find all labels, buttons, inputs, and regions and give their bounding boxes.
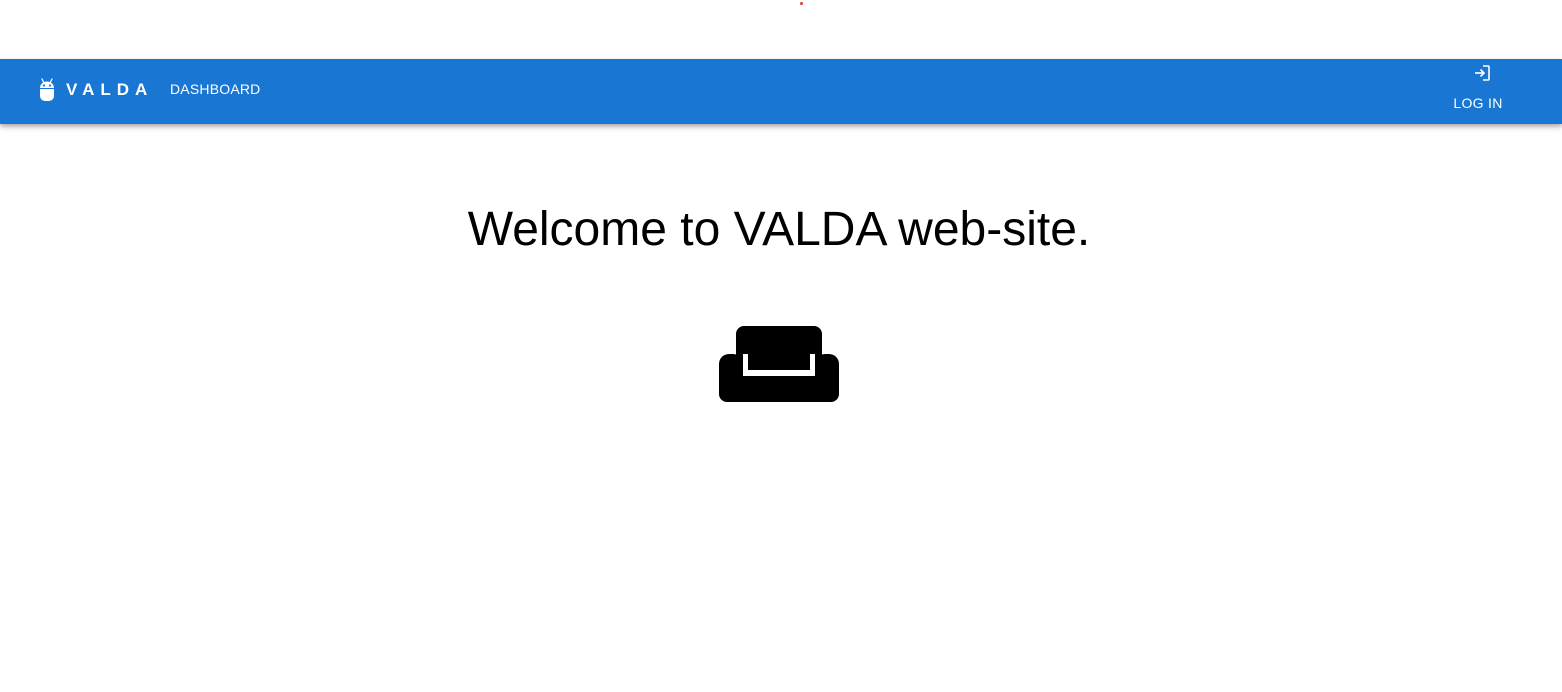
nav-dashboard-link[interactable]: DASHBOARD <box>170 81 260 97</box>
welcome-heading: Welcome to VALDA web-site. <box>467 203 1091 256</box>
app-bar: VALDA DASHBOARD LOG IN <box>0 59 1562 124</box>
brand-name: VALDA <box>66 80 154 99</box>
login-label: LOG IN <box>1453 95 1503 111</box>
login-arrow-icon <box>1475 65 1490 81</box>
android-robot-icon <box>40 78 54 101</box>
brand-home-link[interactable]: VALDA <box>38 78 153 102</box>
top-blank-area <box>0 0 1562 59</box>
sofa-icon <box>719 326 839 402</box>
indicator-dot <box>800 2 803 5</box>
login-button[interactable]: LOG IN <box>1446 63 1510 117</box>
